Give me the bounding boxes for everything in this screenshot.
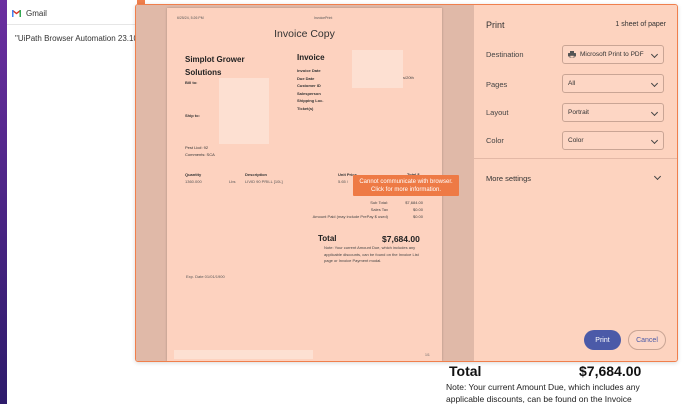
layout-select[interactable]: Portrait — [562, 103, 664, 122]
bill-to-label: Bill to: — [185, 80, 198, 85]
row-quantity: 1360.000 — [185, 179, 202, 184]
redacted-address — [219, 78, 269, 144]
row-unit: Lbs — [229, 179, 236, 184]
chevron-down-icon[interactable] — [653, 172, 662, 181]
gmail-tab-label: Gmail — [26, 9, 47, 18]
chevron-down-icon — [650, 108, 659, 117]
chevron-down-icon — [650, 50, 659, 59]
preview-header-title: InvoicePrint — [314, 16, 333, 20]
comments: Comments: SCA — [185, 152, 215, 157]
printer-icon — [568, 51, 576, 59]
chevron-down-icon — [650, 79, 659, 88]
chevron-down-icon — [650, 136, 659, 145]
print-dialog: 6/25/24, 5:26 PM InvoicePrint Invoice Co… — [135, 4, 678, 362]
destination-value: Microsoft Print to PDF — [580, 51, 644, 58]
redacted-footer — [174, 350, 313, 359]
date-fragment: s/20th — [403, 75, 414, 80]
preview-total-value: $7,684.00 — [382, 234, 420, 244]
page-number: 1/1 — [425, 353, 430, 357]
summary-label: Amount Paid (may include PrePay $ used) — [312, 214, 388, 219]
print-title: Print — [486, 20, 505, 30]
print-preview-area: 6/25/24, 5:26 PM InvoicePrint Invoice Co… — [136, 5, 474, 361]
row-description: LIVID 90 PRILL [10L] — [245, 179, 283, 184]
color-select[interactable]: Color — [562, 131, 664, 150]
layout-value: Portrait — [568, 109, 589, 116]
summary-value: $0.00 — [412, 214, 423, 219]
preview-title: Invoice Copy — [274, 28, 335, 40]
bg-note: Note: Your current Amount Due, which inc… — [446, 382, 640, 404]
pest-license: Pest Lic#: 92 — [185, 145, 209, 150]
invoice-heading: Invoice — [297, 53, 325, 62]
settings-divider — [474, 158, 677, 159]
cancel-button[interactable]: Cancel — [628, 330, 666, 350]
exp-date: Exp. Date 01/01/1900 — [186, 274, 225, 279]
invoice-field: Salesperson — [297, 90, 321, 96]
invoice-field: Invoice Date — [297, 68, 321, 73]
tab-divider — [7, 24, 147, 25]
sheet-count: 1 sheet of paper — [615, 21, 666, 28]
preview-header-datetime: 6/25/24, 5:26 PM — [177, 16, 204, 20]
preview-total-label: Total — [318, 234, 337, 243]
destination-select[interactable]: Microsoft Print to PDF — [562, 45, 664, 64]
color-label: Color — [486, 136, 504, 145]
summary-value: $0.00 — [412, 207, 423, 212]
more-settings-toggle[interactable]: More settings — [486, 174, 531, 183]
destination-label: Destination — [486, 50, 524, 59]
pages-label: Pages — [486, 80, 508, 89]
preview-note: Note: Your current Amount Due, which inc… — [324, 245, 419, 263]
color-value: Color — [568, 137, 584, 144]
col-quantity: Quantity — [185, 172, 202, 177]
invoice-field-labels: Invoice Date Due Date Customer ID Salesp… — [297, 67, 323, 112]
os-sidebar-strip — [0, 0, 7, 404]
gmail-icon — [12, 10, 21, 17]
invoice-field: Shipping Loc. — [297, 98, 324, 103]
summary-label: Sub Total: — [370, 200, 388, 205]
col-description: Description — [245, 172, 268, 177]
bg-total-value: $7,684.00 — [579, 363, 642, 379]
gmail-tab[interactable]: Gmail — [12, 9, 47, 18]
invoice-field: Ticket(s) — [297, 105, 314, 111]
browser-error-tooltip[interactable]: Cannot communicate with browser. Click f… — [353, 175, 459, 196]
summary-value: $7,684.00 — [405, 200, 423, 205]
invoice-field: Customer ID — [297, 83, 321, 88]
error-line: Cannot communicate with browser. — [359, 179, 453, 185]
pages-select[interactable]: All — [562, 74, 664, 93]
error-line: Click for more information. — [370, 187, 442, 193]
redacted-invoice-values — [352, 50, 403, 88]
ship-to-label: Ship to: — [185, 113, 200, 118]
print-settings-panel: Print 1 sheet of paper Destination Micro… — [474, 5, 677, 361]
summary-label: Sales Tax — [370, 207, 388, 212]
company-name: Simplot Grower Solutions — [185, 55, 245, 77]
print-button[interactable]: Print — [584, 330, 621, 350]
pages-value: All — [568, 80, 576, 87]
row-unit-price: 5.65 / — [338, 179, 349, 184]
layout-label: Layout — [486, 108, 509, 117]
invoice-field: Due Date — [297, 75, 315, 81]
bg-total-label: Total — [449, 363, 482, 379]
